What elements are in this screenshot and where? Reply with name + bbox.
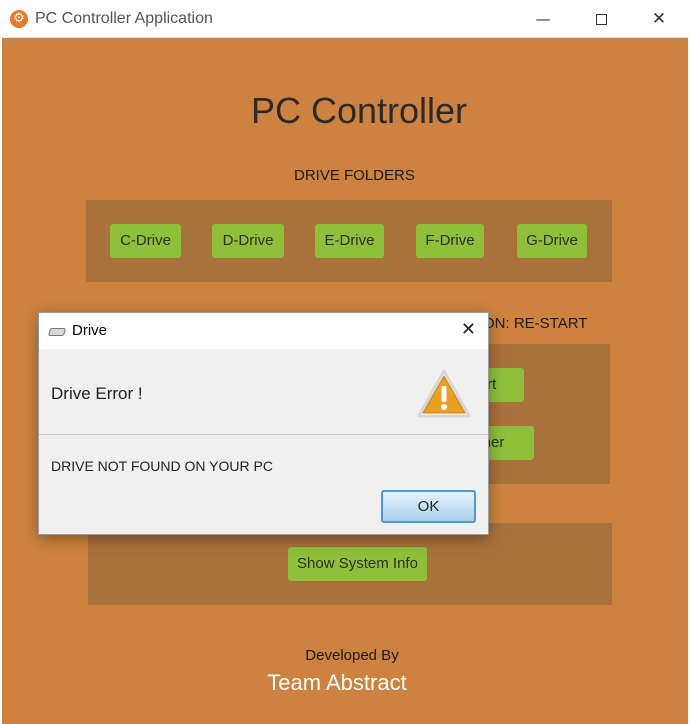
dialog-separator: [39, 434, 488, 435]
minimize-button[interactable]: —: [514, 0, 572, 38]
e-drive-button[interactable]: E-Drive: [315, 224, 384, 258]
ok-button[interactable]: OK: [381, 490, 476, 523]
drive-error-dialog: Drive ✕ Drive Error ! DRIVE NOT FOUND ON…: [38, 312, 489, 535]
window-titlebar: ⚙ PC Controller Application — ✕: [0, 0, 690, 38]
dialog-header: Drive Error !: [51, 384, 143, 403]
gear-icon: ⚙: [10, 10, 28, 28]
team-name: Team Abstract: [267, 670, 407, 695]
maximize-button[interactable]: [572, 0, 630, 38]
c-drive-button[interactable]: C-Drive: [110, 224, 181, 258]
system-panel: Show System Info: [88, 523, 612, 605]
power-section-label: ON: RE-START: [483, 315, 588, 332]
g-drive-button[interactable]: G-Drive: [517, 224, 587, 258]
close-button[interactable]: ✕: [630, 0, 688, 38]
dialog-title: Drive: [72, 322, 108, 339]
drive-panel: C-Drive D-Drive E-Drive F-Drive G-Drive: [86, 200, 612, 282]
show-system-info-button[interactable]: Show System Info: [288, 547, 427, 581]
warning-icon: [417, 369, 471, 418]
dialog-message: DRIVE NOT FOUND ON YOUR PC: [51, 458, 273, 474]
drive-folders-label: DRIVE FOLDERS: [294, 167, 415, 184]
d-drive-button[interactable]: D-Drive: [212, 224, 284, 258]
page-title: PC Controller: [250, 90, 468, 131]
dialog-close-button[interactable]: ✕: [461, 319, 476, 340]
maximize-icon: [595, 14, 607, 25]
f-drive-button[interactable]: F-Drive: [416, 224, 484, 258]
developed-by-label: Developed By: [305, 647, 399, 664]
drive-icon: [47, 328, 67, 336]
window-title: PC Controller Application: [35, 10, 213, 27]
dialog-titlebar: Drive ✕: [39, 313, 488, 349]
